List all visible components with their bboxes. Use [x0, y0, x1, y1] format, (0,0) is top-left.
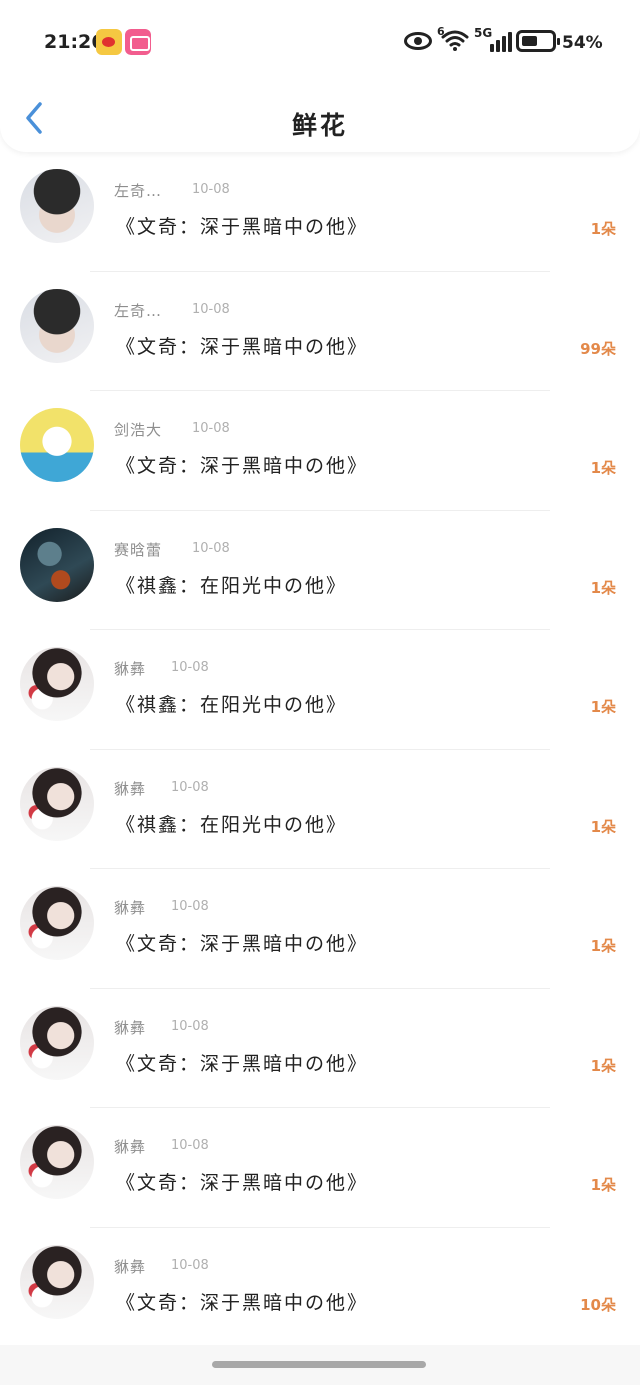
wifi-icon: [441, 30, 469, 51]
bilibili-app-icon: [125, 29, 151, 55]
list-item[interactable]: 貅彝 10-08 《文奇：深于黑暗中の他》 1朵: [0, 1108, 640, 1228]
record-date: 10-08: [192, 182, 230, 197]
record-date: 10-08: [192, 540, 230, 556]
list-item[interactable]: 左奇… 10-08 《文奇：深于黑暗中の他》 1朵: [0, 152, 640, 272]
avatar[interactable]: [20, 1005, 94, 1080]
flower-count: 1朵: [590, 937, 616, 955]
avatar[interactable]: [20, 886, 94, 960]
sender-name: 貅彝: [114, 1257, 147, 1276]
record-date: 10-08: [192, 301, 230, 317]
sender-name: 左奇…: [114, 301, 163, 320]
flower-record-list: 左奇… 10-08 《文奇：深于黑暗中の他》 1朵 左奇… 10-08 《文奇：深于黑暗中の…: [0, 152, 640, 1347]
avatar[interactable]: [20, 527, 94, 602]
avatar[interactable]: [20, 169, 94, 243]
list-item[interactable]: 剑浩大 10-08 《文奇：深于黑暗中の他》 1朵: [0, 391, 640, 511]
work-title: 《文奇：深于黑暗中の他》: [116, 933, 369, 955]
list-item[interactable]: 貅彝 10-08 《祺鑫：在阳光中の他》 1朵: [0, 750, 640, 869]
work-title: 《文奇：深于黑暗中の他》: [116, 1172, 369, 1194]
page-title: 鲜花: [291, 111, 348, 140]
sender-name: 貅彝: [114, 1018, 147, 1037]
avatar[interactable]: [20, 766, 94, 841]
top-bar: 21:26 6 5G 54% 鲜花: [0, 0, 640, 152]
list-item[interactable]: 貅彝 10-08 《文奇：深于黑暗中の他》 1朵: [0, 869, 640, 989]
avatar[interactable]: [20, 647, 94, 721]
battery-icon: [516, 30, 560, 52]
flower-count: 1朵: [590, 459, 616, 477]
weibo-app-icon: [96, 29, 122, 55]
record-date: 10-08: [192, 421, 230, 436]
sender-name: 貅彝: [114, 779, 147, 798]
home-indicator[interactable]: [212, 1361, 426, 1368]
flower-count: 1朵: [590, 698, 616, 716]
work-title: 《祺鑫：在阳光中の他》: [116, 574, 348, 597]
work-title: 《文奇：深于黑暗中の他》: [116, 455, 369, 477]
flower-count: 1朵: [590, 1056, 616, 1075]
flower-count: 1朵: [590, 817, 616, 836]
list-item[interactable]: 左奇… 10-08 《文奇：深于黑暗中の他》 99朵: [0, 272, 640, 391]
signal-icon: [484, 30, 512, 52]
work-title: 《祺鑫：在阳光中の他》: [116, 813, 348, 836]
work-title: 《文奇：深于黑暗中の他》: [116, 1052, 369, 1075]
work-title: 《文奇：深于黑暗中の他》: [116, 216, 369, 238]
record-date: 10-08: [171, 1138, 209, 1153]
avatar[interactable]: [20, 1244, 94, 1319]
avatar[interactable]: [20, 1125, 94, 1199]
list-item[interactable]: 貅彝 10-08 《祺鑫：在阳光中の他》 1朵: [0, 630, 640, 750]
record-date: 10-08: [171, 1018, 209, 1034]
sender-name: 貅彝: [114, 899, 147, 917]
sender-name: 貅彝: [114, 660, 147, 678]
record-date: 10-08: [171, 779, 209, 795]
record-date: 10-08: [171, 899, 209, 914]
list-item[interactable]: 赛晗蕾 10-08 《祺鑫：在阳光中の他》 1朵: [0, 511, 640, 630]
flower-count: 1朵: [590, 578, 616, 597]
avatar[interactable]: [20, 288, 94, 363]
record-date: 10-08: [171, 1257, 209, 1273]
work-title: 《文奇：深于黑暗中の他》: [116, 1291, 369, 1314]
record-date: 10-08: [171, 660, 209, 675]
flower-count: 10朵: [580, 1295, 616, 1314]
list-item[interactable]: 貅彝 10-08 《文奇：深于黑暗中の他》 1朵: [0, 989, 640, 1108]
battery-fill: [522, 36, 537, 46]
work-title: 《祺鑫：在阳光中の他》: [116, 694, 348, 716]
sender-name: 赛晗蕾: [114, 540, 163, 559]
battery-percent: 54%: [562, 33, 603, 53]
flower-count: 99朵: [580, 339, 616, 358]
flower-count: 1朵: [590, 220, 616, 238]
sender-name: 貅彝: [114, 1138, 147, 1156]
list-item[interactable]: 貅彝 10-08 《文奇：深于黑暗中の他》 10朵: [0, 1228, 640, 1347]
screen: 21:26 6 5G 54% 鲜花 左奇… 10-08 《文奇：深于黑暗中の他》 1朵…: [0, 0, 640, 1385]
avatar[interactable]: [20, 408, 94, 482]
status-bar: 21:26 6 5G 54%: [0, 0, 640, 84]
flower-count: 1朵: [590, 1176, 616, 1194]
sender-name: 剑浩大: [114, 421, 163, 439]
sender-name: 左奇…: [114, 182, 163, 200]
eye-icon: [404, 32, 432, 50]
work-title: 《文奇：深于黑暗中の他》: [116, 335, 369, 358]
